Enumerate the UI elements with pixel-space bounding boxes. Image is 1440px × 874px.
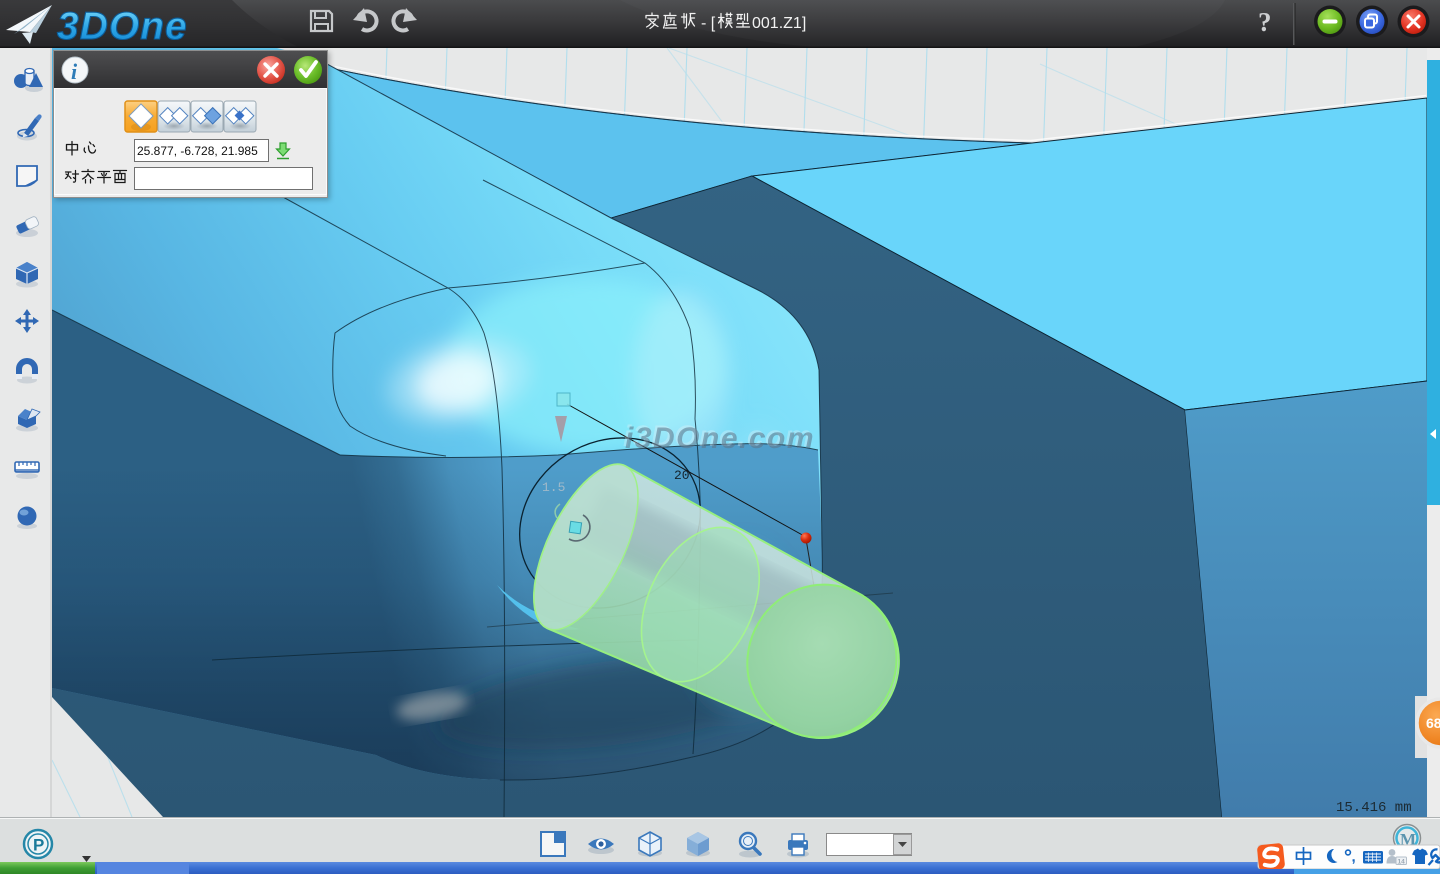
svg-text:001.Z1]: 001.Z1] <box>752 15 806 32</box>
svg-text:3DOne: 3DOne <box>57 5 188 48</box>
svg-text:1.5: 1.5 <box>542 480 565 495</box>
svg-text:i: i <box>71 59 78 84</box>
svg-text:,: , <box>1352 849 1356 866</box>
svg-text:25.877, -6.728, 21.985: 25.877, -6.728, 21.985 <box>137 144 258 158</box>
svg-text:14: 14 <box>1398 858 1406 865</box>
svg-text:15.416 mm: 15.416 mm <box>1336 800 1412 816</box>
svg-text:?: ? <box>1258 7 1272 37</box>
svg-text:68: 68 <box>1426 715 1440 731</box>
svg-text:i3DOne.com: i3DOne.com <box>625 422 815 455</box>
svg-text:- [: - [ <box>701 15 716 32</box>
svg-text:P: P <box>33 836 44 855</box>
svg-text:20: 20 <box>674 468 690 483</box>
